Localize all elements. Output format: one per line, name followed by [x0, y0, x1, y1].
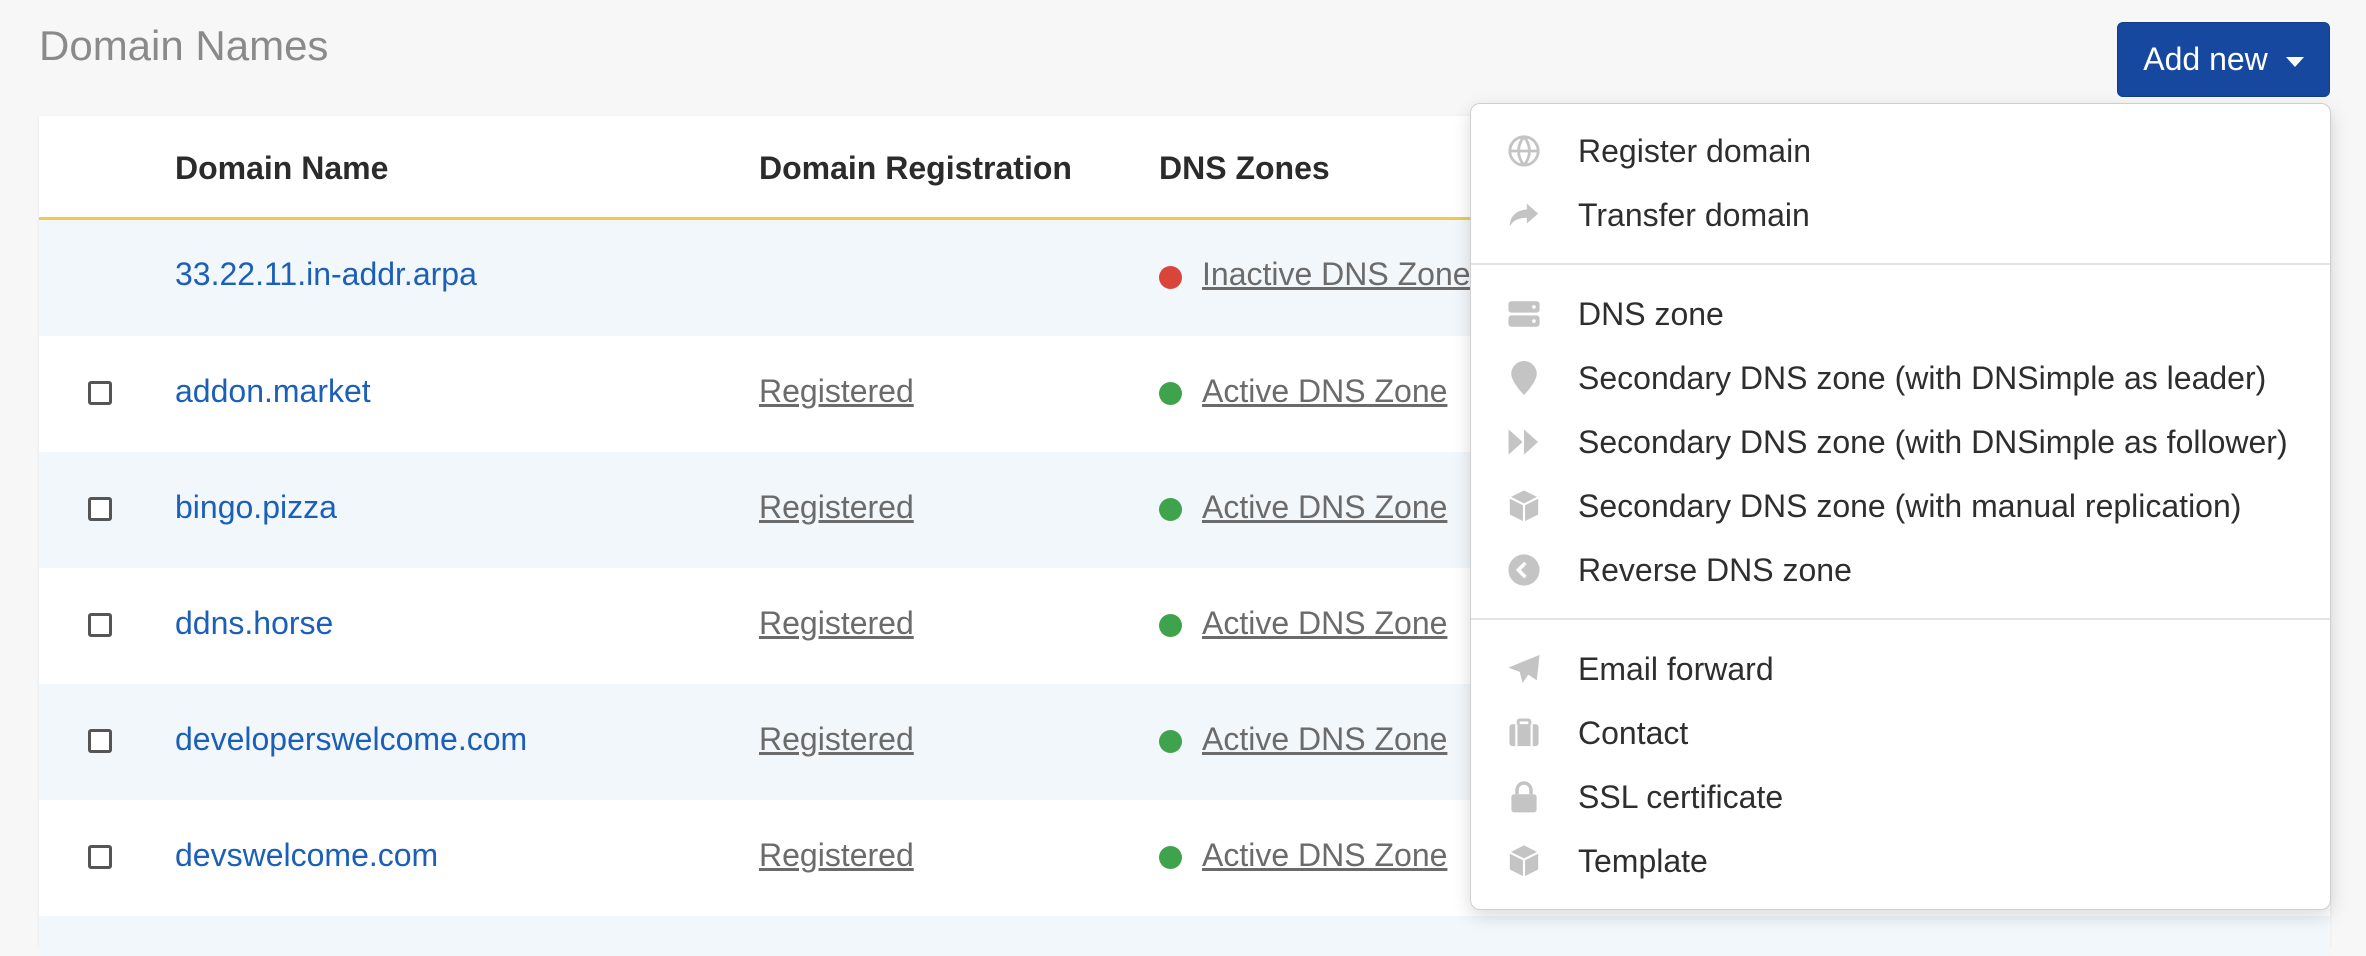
- menu-item-secondary-dns-leader[interactable]: Secondary DNS zone (with DNSimple as lea…: [1471, 348, 2330, 408]
- row-checkbox[interactable]: [88, 845, 112, 869]
- arrow-left-circle-icon: [1506, 552, 1542, 588]
- add-new-dropdown-menu: Register domain Transfer domain DNS zone…: [1470, 103, 2331, 910]
- registration-link[interactable]: Registered: [759, 373, 914, 410]
- cube-icon: [1506, 843, 1542, 879]
- header-domain-name[interactable]: Domain Name: [175, 150, 388, 187]
- menu-item-transfer-domain[interactable]: Transfer domain: [1471, 185, 2330, 245]
- add-new-label: Add new: [2143, 41, 2268, 77]
- status-dot-inactive: [1159, 266, 1182, 289]
- globe-icon: [1506, 133, 1542, 169]
- menu-item-template[interactable]: Template: [1471, 831, 2330, 891]
- menu-item-secondary-dns-follower[interactable]: Secondary DNS zone (with DNSimple as fol…: [1471, 412, 2330, 472]
- menu-item-label: DNS zone: [1578, 295, 1724, 332]
- menu-item-ssl-certificate[interactable]: SSL certificate: [1471, 767, 2330, 827]
- dns-zone-link[interactable]: Active DNS Zone: [1202, 837, 1447, 874]
- status-dot-active: [1159, 730, 1182, 753]
- menu-item-label: Transfer domain: [1578, 196, 1810, 233]
- page-title: Domain Names: [39, 22, 329, 69]
- menu-item-label: Secondary DNS zone (with DNSimple as lea…: [1578, 359, 2267, 396]
- menu-item-reverse-dns-zone[interactable]: Reverse DNS zone: [1471, 540, 2330, 600]
- registration-link[interactable]: Registered: [759, 837, 914, 874]
- menu-item-register-domain[interactable]: Register domain: [1471, 121, 2330, 181]
- status-dot-active: [1159, 846, 1182, 869]
- domain-link[interactable]: ddns.horse: [175, 605, 333, 642]
- registration-link[interactable]: Registered: [759, 489, 914, 526]
- lock-icon: [1506, 779, 1542, 815]
- menu-item-secondary-dns-manual[interactable]: Secondary DNS zone (with manual replicat…: [1471, 476, 2330, 536]
- row-checkbox[interactable]: [88, 729, 112, 753]
- row-checkbox[interactable]: [88, 497, 112, 521]
- domain-link[interactable]: developerswelcome.com: [175, 721, 527, 758]
- dns-zone-link[interactable]: Active DNS Zone: [1202, 373, 1447, 410]
- menu-item-dns-zone[interactable]: DNS zone: [1471, 284, 2330, 344]
- table-row: [39, 916, 2330, 956]
- menu-item-label: Contact: [1578, 714, 1689, 751]
- menu-item-label: Template: [1578, 842, 1708, 879]
- status-dot-active: [1159, 382, 1182, 405]
- menu-item-email-forward[interactable]: Email forward: [1471, 639, 2330, 699]
- menu-divider: [1471, 263, 2330, 265]
- share-icon: [1506, 197, 1542, 233]
- status-dot-active: [1159, 498, 1182, 521]
- add-new-button[interactable]: Add new: [2117, 22, 2330, 97]
- dns-zone-link[interactable]: Active DNS Zone: [1202, 489, 1447, 526]
- menu-item-contact[interactable]: Contact: [1471, 703, 2330, 763]
- map-pin-icon: [1506, 360, 1542, 396]
- menu-divider: [1471, 618, 2330, 620]
- domain-link[interactable]: devswelcome.com: [175, 837, 438, 874]
- menu-item-label: Secondary DNS zone (with DNSimple as fol…: [1578, 423, 2288, 460]
- fast-forward-icon: [1506, 424, 1542, 460]
- status-dot-active: [1159, 614, 1182, 637]
- domain-link[interactable]: bingo.pizza: [175, 489, 337, 526]
- menu-item-label: Email forward: [1578, 650, 1774, 687]
- row-checkbox[interactable]: [88, 613, 112, 637]
- header-dns-zones[interactable]: DNS Zones: [1159, 150, 1330, 187]
- menu-item-label: Register domain: [1578, 132, 1811, 169]
- dns-zone-link[interactable]: Inactive DNS Zone: [1202, 256, 1471, 293]
- menu-item-label: Secondary DNS zone (with manual replicat…: [1578, 487, 2242, 524]
- suitcase-icon: [1506, 715, 1542, 751]
- menu-item-label: SSL certificate: [1578, 778, 1784, 815]
- registration-link[interactable]: Registered: [759, 721, 914, 758]
- paper-plane-icon: [1506, 651, 1542, 687]
- header-domain-registration[interactable]: Domain Registration: [759, 150, 1072, 187]
- domain-link[interactable]: addon.market: [175, 373, 371, 410]
- dns-zone-link[interactable]: Active DNS Zone: [1202, 721, 1447, 758]
- caret-down-icon: [2285, 56, 2304, 67]
- domain-link[interactable]: 33.22.11.in-addr.arpa: [175, 256, 477, 293]
- dns-zone-link[interactable]: Active DNS Zone: [1202, 605, 1447, 642]
- cube-icon: [1506, 488, 1542, 524]
- server-icon: [1506, 296, 1542, 332]
- registration-link[interactable]: Registered: [759, 605, 914, 642]
- row-checkbox[interactable]: [88, 381, 112, 405]
- menu-item-label: Reverse DNS zone: [1578, 551, 1852, 588]
